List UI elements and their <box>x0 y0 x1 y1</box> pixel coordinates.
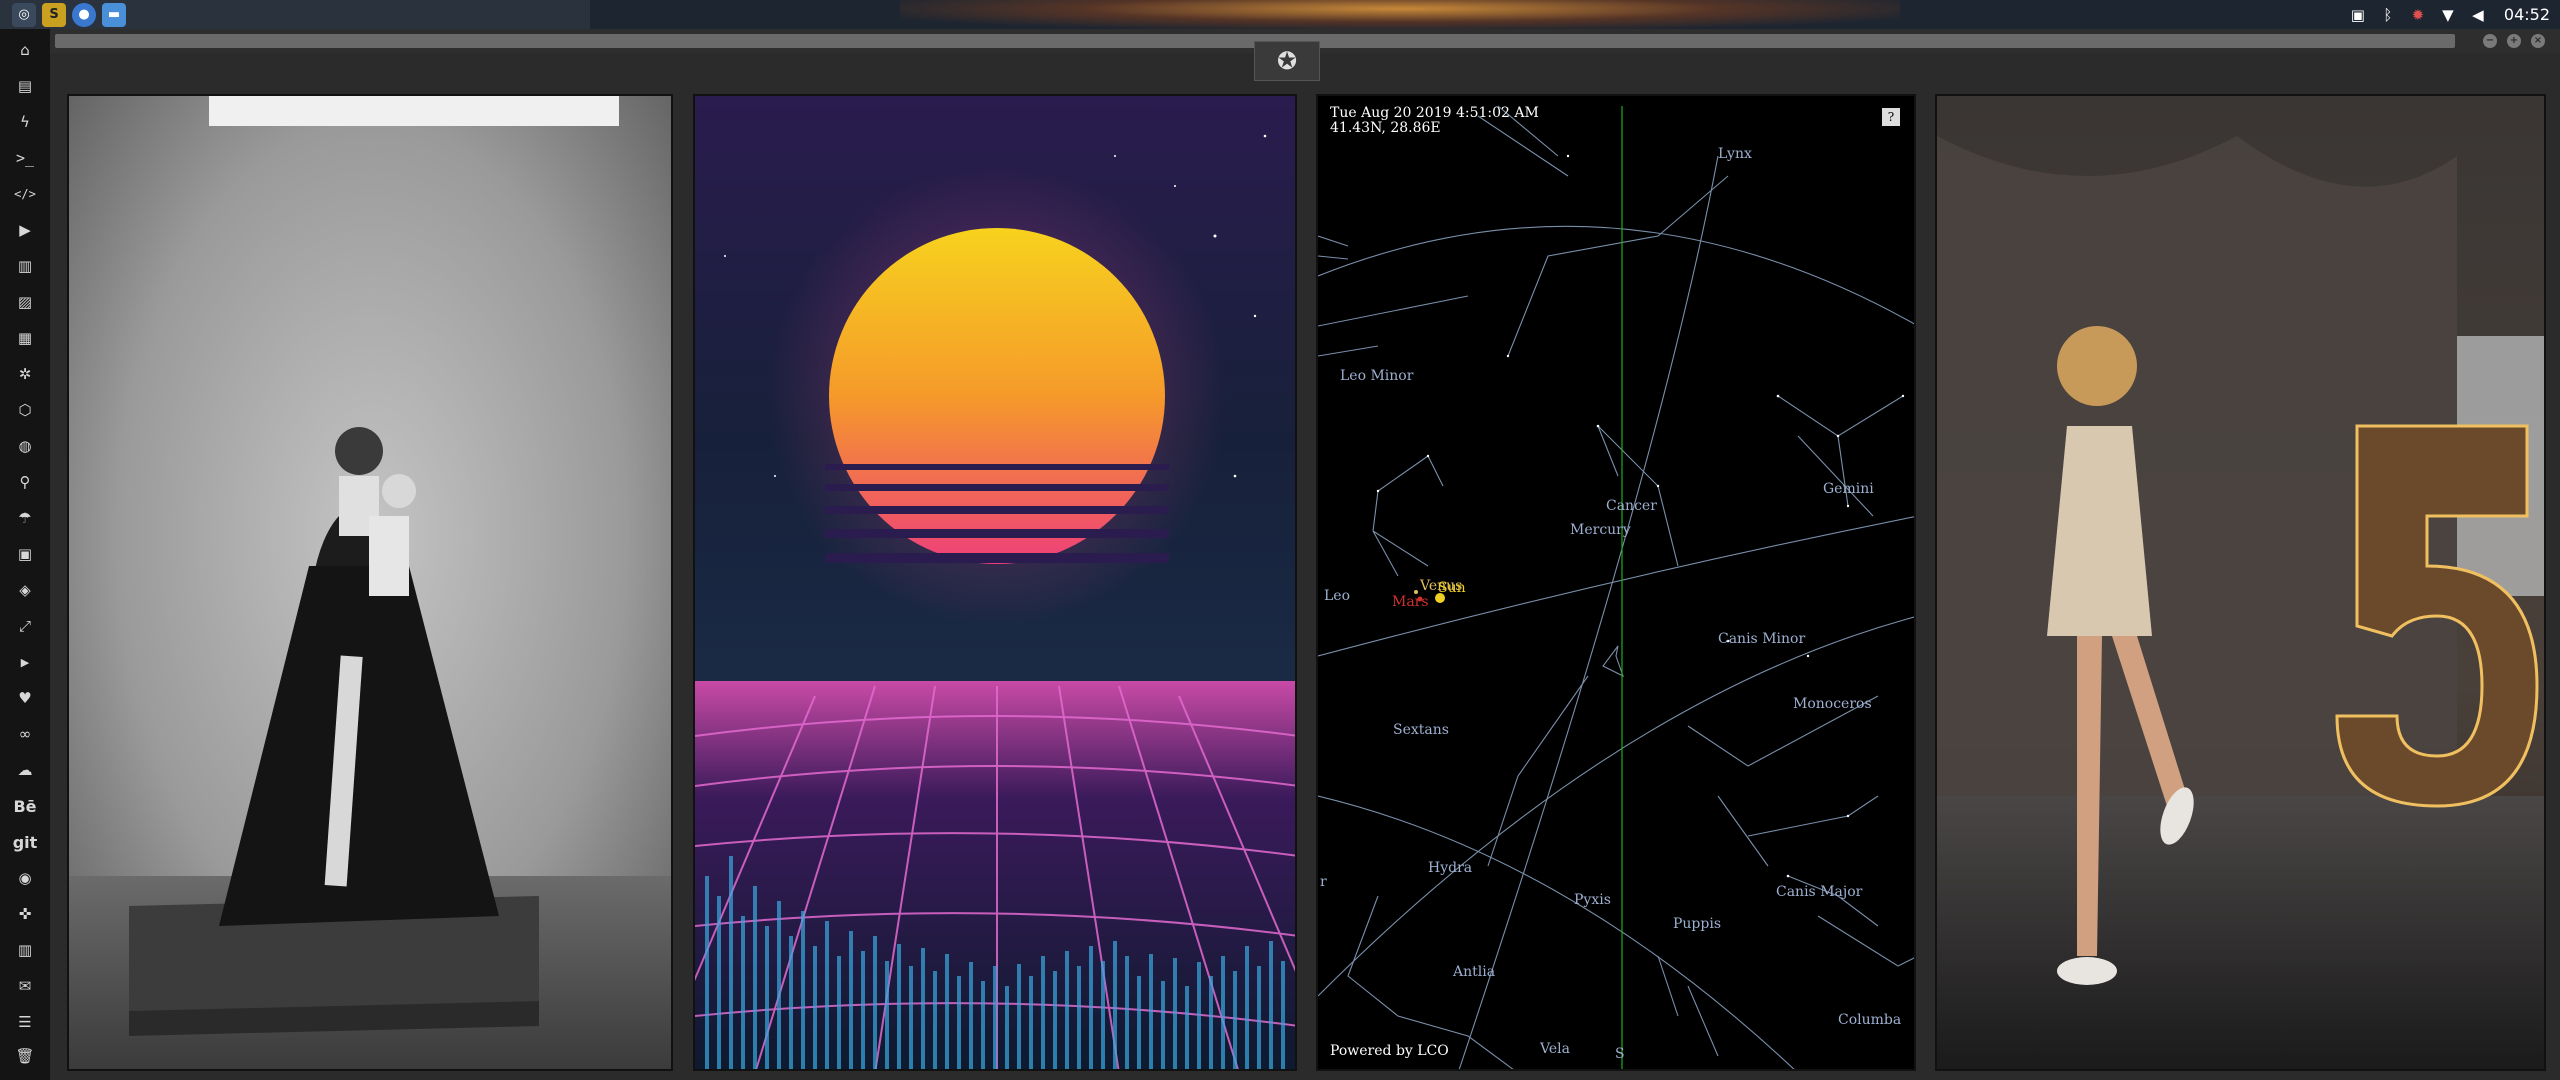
cloud-icon[interactable]: ☁ <box>13 758 37 782</box>
bluetooth-icon[interactable]: ᛒ <box>2378 5 2398 25</box>
trash-icon[interactable]: 🗑 <box>13 1044 37 1068</box>
sky-datetime: Tue Aug 20 2019 4:51:02 AM 41.43N, 28.86… <box>1330 106 1539 136</box>
sky-footer: Powered by LCO <box>1330 1043 1449 1059</box>
behance-icon[interactable]: Bē <box>13 794 37 818</box>
github-icon[interactable]: ◉ <box>13 866 37 890</box>
label-canis-major: Canis Major <box>1776 884 1863 900</box>
news-icon[interactable]: ▥ <box>13 254 37 278</box>
link-icon[interactable]: ∞ <box>13 722 37 746</box>
maximize-icon[interactable]: + <box>2507 34 2521 48</box>
synthwave-graphic <box>695 96 1295 1069</box>
label-puppis: Puppis <box>1673 916 1722 932</box>
map-icon[interactable]: ▥ <box>13 938 37 962</box>
label-leo: Leo <box>1324 588 1351 604</box>
wifi-icon[interactable]: ▼ <box>2438 5 2458 25</box>
heart-icon[interactable]: ♥ <box>13 686 37 710</box>
photo-panel-color <box>1935 94 2546 1071</box>
chromium-icon[interactable]: ● <box>72 2 96 27</box>
umbrella-icon[interactable]: ☂ <box>13 506 37 530</box>
files-icon[interactable]: ▬ <box>102 2 126 27</box>
play-icon[interactable]: ▶ <box>13 218 37 242</box>
hexagon-icon[interactable]: ⬡ <box>13 398 37 422</box>
sky-coordinates: 41.43N, 28.86E <box>1330 120 1441 136</box>
side-dock: ⌂ ▤ ϟ >_ </> ▶ ▥ ▨ ▦ ✲ ⬡ ◍ ⚲ ☂ ▣ ◈ ⤢ ▶ ♥… <box>0 29 50 1080</box>
label-monoceros: Monoceros <box>1793 696 1872 712</box>
bw-photo-graphic <box>69 96 671 1069</box>
code-icon[interactable]: </> <box>13 182 37 206</box>
label-south: S <box>1615 1046 1625 1062</box>
image-icon[interactable]: ▨ <box>13 290 37 314</box>
label-hydra: Hydra <box>1428 860 1473 876</box>
server-icon[interactable]: ☰ <box>13 1010 37 1034</box>
synthwave-panel <box>693 94 1297 1071</box>
settings-icon[interactable]: ✲ <box>13 362 37 386</box>
launcher-area: ◎ S ● ▬ <box>0 0 590 29</box>
photo-panel-bw <box>67 94 673 1071</box>
sublime-text-icon[interactable]: S <box>42 2 66 27</box>
label-sun: Sun <box>1438 580 1466 596</box>
document-icon[interactable]: ▤ <box>13 74 37 98</box>
contact-icon[interactable]: ▣ <box>13 542 37 566</box>
sky-help-button[interactable]: ? <box>1882 108 1900 126</box>
label-cancer: Cancer <box>1606 498 1657 514</box>
bolt-icon[interactable]: ϟ <box>13 110 37 134</box>
youtube-icon[interactable]: ▶ <box>13 650 37 674</box>
label-columba: Columba <box>1838 1012 1902 1028</box>
minimize-icon[interactable]: − <box>2483 34 2497 48</box>
system-tray: ▣ ᛒ ✹ ▼ ◀ 04:52 <box>2348 0 2550 29</box>
label-antlia: Antlia <box>1453 964 1496 980</box>
color-photo-graphic <box>1937 96 2544 1069</box>
top-panel: ◎ S ● ▬ ▣ ᛒ ✹ ▼ ◀ 04:52 <box>0 0 2560 29</box>
label-sextans: Sextans <box>1393 722 1449 738</box>
close-icon[interactable]: × <box>2531 34 2545 48</box>
terminal-icon[interactable]: >_ <box>13 146 37 170</box>
label-gemini: Gemini <box>1823 481 1874 497</box>
label-mars: Mars <box>1392 594 1429 610</box>
sky-map-graphic[interactable] <box>1318 96 1916 1071</box>
label-pyxis: Pyxis <box>1574 892 1611 908</box>
label-r: r <box>1320 874 1327 890</box>
main-window: − + × ✪ Tue Aug 20 2019 4:51:02 AM 41.43… <box>50 29 2560 1080</box>
sky-datetime-text: Tue Aug 20 2019 4:51:02 AM <box>1330 105 1539 121</box>
mail-icon[interactable]: ✉ <box>13 974 37 998</box>
globe-icon[interactable]: ◍ <box>13 434 37 458</box>
label-lynx: Lynx <box>1718 146 1752 162</box>
gamepad-icon[interactable]: ✜ <box>13 902 37 926</box>
volume-icon[interactable]: ◀ <box>2468 5 2488 25</box>
tag-icon[interactable]: ◈ <box>13 578 37 602</box>
wallpaper-glow <box>900 0 1900 29</box>
clock[interactable]: 04:52 <box>2504 5 2550 24</box>
label-mercury: Mercury <box>1570 522 1631 538</box>
git-icon[interactable]: git <box>13 830 38 854</box>
menu-icon[interactable]: ◎ <box>12 2 36 27</box>
settings-icon[interactable]: ✹ <box>2408 5 2428 25</box>
home-icon[interactable]: ⌂ <box>13 38 37 62</box>
image-icon[interactable]: ▣ <box>2348 5 2368 25</box>
label-vela: Vela <box>1540 1041 1570 1057</box>
search-icon[interactable]: ⚲ <box>13 470 37 494</box>
sky-map-panel: Tue Aug 20 2019 4:51:02 AM 41.43N, 28.86… <box>1316 94 1916 1071</box>
article-icon[interactable]: ▦ <box>13 326 37 350</box>
label-leo-minor: Leo Minor <box>1340 368 1414 384</box>
rebel-emblem-icon[interactable]: ✪ <box>1254 41 1320 81</box>
label-canis-minor: Canis Minor <box>1718 631 1806 647</box>
expand-icon[interactable]: ⤢ <box>13 614 37 638</box>
